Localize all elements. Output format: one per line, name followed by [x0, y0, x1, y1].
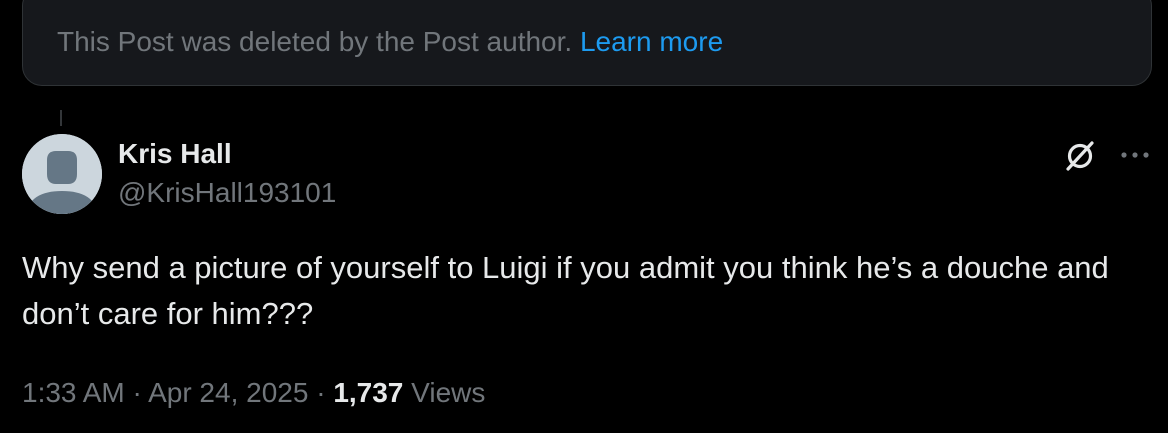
views-label: Views [411, 377, 486, 408]
grok-icon[interactable] [1062, 138, 1098, 174]
post-text: Why send a picture of yourself to Luigi … [22, 250, 1109, 331]
views-count: 1,737 [333, 377, 404, 408]
meta-separator: · [132, 377, 142, 408]
deleted-post-text: This Post was deleted by the Post author… [57, 25, 723, 59]
more-options-icon[interactable] [1118, 140, 1152, 170]
post-date[interactable]: Apr 24, 2025 [148, 377, 308, 408]
author-handle[interactable]: @KrisHall193101 [118, 176, 336, 210]
thread-connector-line [60, 110, 62, 126]
avatar[interactable] [22, 134, 102, 214]
post-time[interactable]: 1:33 AM [22, 377, 125, 408]
default-avatar-icon [22, 134, 102, 214]
author-display-name[interactable]: Kris Hall [118, 137, 232, 171]
deleted-post-notice: This Post was deleted by the Post author… [22, 0, 1152, 86]
post-meta: 1:33 AM · Apr 24, 2025 · 1,737 Views [22, 375, 485, 411]
learn-more-link[interactable]: Learn more [580, 26, 723, 57]
meta-separator: · [316, 377, 326, 408]
deleted-post-message: This Post was deleted by the Post author… [57, 26, 573, 57]
